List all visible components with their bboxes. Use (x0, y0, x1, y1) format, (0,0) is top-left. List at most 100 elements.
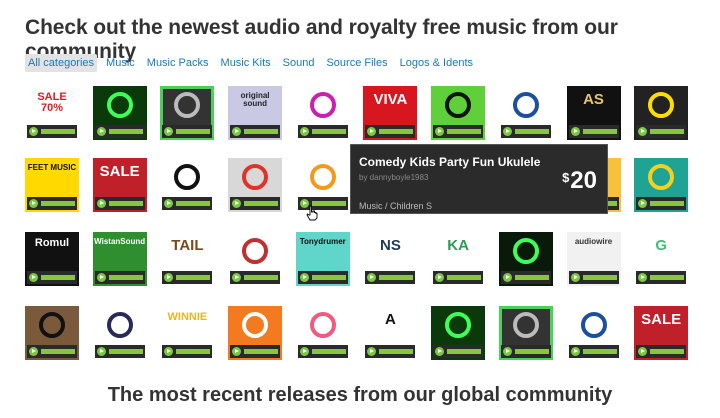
audio-item-tile[interactable] (431, 86, 486, 140)
audio-item-tile[interactable]: AS (566, 86, 621, 140)
waveform-bar[interactable] (650, 275, 685, 280)
play-icon[interactable] (164, 199, 174, 208)
audio-item-tile[interactable] (228, 158, 283, 212)
audio-item-tile[interactable] (228, 232, 283, 286)
play-icon[interactable] (164, 347, 174, 356)
waveform-bar[interactable] (311, 275, 346, 280)
waveform-bar[interactable] (176, 129, 211, 134)
play-icon[interactable] (96, 347, 106, 356)
category-link[interactable]: Music Kits (218, 54, 274, 72)
category-link[interactable]: Source Files (323, 54, 390, 72)
play-icon[interactable] (435, 127, 445, 136)
waveform-bar[interactable] (582, 129, 617, 134)
waveform-bar[interactable] (244, 349, 279, 354)
play-icon[interactable] (502, 347, 512, 356)
audio-item-tile[interactable]: FEET MUSIC (25, 158, 79, 212)
play-icon[interactable] (570, 347, 580, 356)
waveform-bar[interactable] (311, 129, 346, 134)
audio-item-tile[interactable] (228, 306, 283, 360)
popup-category[interactable]: Music / Children S (359, 201, 432, 211)
audio-item-tile[interactable] (634, 158, 689, 212)
play-icon[interactable] (96, 199, 106, 208)
play-icon[interactable] (299, 347, 309, 356)
category-link[interactable]: Music Packs (144, 54, 212, 72)
audio-item-tile[interactable] (92, 86, 147, 140)
waveform-bar[interactable] (41, 349, 75, 354)
audio-item-tile[interactable]: SALE (634, 306, 689, 360)
audio-item-tile[interactable] (295, 158, 350, 212)
waveform-bar[interactable] (650, 349, 685, 354)
waveform-bar[interactable] (176, 275, 211, 280)
audio-item-tile[interactable]: SALE 70% (25, 86, 79, 140)
waveform-bar[interactable] (447, 349, 482, 354)
waveform-bar[interactable] (41, 201, 75, 206)
waveform-bar[interactable] (108, 275, 143, 280)
play-icon[interactable] (638, 347, 648, 356)
waveform-bar[interactable] (108, 349, 143, 354)
audio-item-tile[interactable]: NS (363, 232, 418, 286)
audio-item-tile[interactable]: SALE (92, 158, 147, 212)
play-icon[interactable] (29, 347, 38, 356)
play-icon[interactable] (367, 127, 377, 136)
audio-item-tile[interactable] (498, 306, 553, 360)
play-icon[interactable] (96, 127, 106, 136)
audio-item-tile[interactable] (634, 86, 689, 140)
waveform-bar[interactable] (244, 201, 279, 206)
audio-item-tile[interactable] (92, 306, 147, 360)
play-icon[interactable] (164, 273, 174, 282)
audio-item-tile[interactable]: G (634, 232, 689, 286)
waveform-bar[interactable] (582, 275, 617, 280)
play-icon[interactable] (435, 273, 445, 282)
audio-item-tile[interactable]: WINNIE (160, 306, 215, 360)
waveform-bar[interactable] (582, 349, 617, 354)
audio-item-tile[interactable]: WistanSound (92, 232, 147, 286)
waveform-bar[interactable] (447, 275, 482, 280)
waveform-bar[interactable] (108, 201, 143, 206)
audio-item-tile[interactable]: VIVA (363, 86, 418, 140)
waveform-bar[interactable] (244, 129, 279, 134)
play-icon[interactable] (570, 127, 580, 136)
waveform-bar[interactable] (379, 275, 414, 280)
play-icon[interactable] (367, 273, 377, 282)
play-icon[interactable] (638, 273, 648, 282)
audio-item-tile[interactable] (160, 158, 215, 212)
play-icon[interactable] (502, 273, 512, 282)
category-link[interactable]: Logos & Idents (397, 54, 476, 72)
audio-item-tile[interactable]: audiowire (566, 232, 621, 286)
play-icon[interactable] (367, 347, 377, 356)
play-icon[interactable] (232, 347, 242, 356)
waveform-bar[interactable] (41, 129, 75, 134)
waveform-bar[interactable] (379, 129, 414, 134)
waveform-bar[interactable] (244, 275, 279, 280)
waveform-bar[interactable] (108, 129, 143, 134)
audio-item-tile[interactable]: Tonydrumer (295, 232, 350, 286)
audio-item-tile[interactable] (295, 86, 350, 140)
play-icon[interactable] (29, 127, 38, 136)
play-icon[interactable] (502, 127, 512, 136)
waveform-bar[interactable] (447, 129, 482, 134)
play-icon[interactable] (232, 273, 242, 282)
audio-item-tile[interactable] (160, 86, 215, 140)
waveform-bar[interactable] (379, 349, 414, 354)
waveform-bar[interactable] (514, 349, 549, 354)
waveform-bar[interactable] (41, 275, 75, 280)
item-preview-popup[interactable]: Comedy Kids Party Fun Ukulele by dannybo… (350, 144, 608, 214)
audio-item-tile[interactable] (431, 306, 486, 360)
play-icon[interactable] (435, 347, 445, 356)
waveform-bar[interactable] (311, 349, 346, 354)
audio-item-tile[interactable]: TAIL (160, 232, 215, 286)
audio-item-tile[interactable] (25, 306, 79, 360)
play-icon[interactable] (299, 273, 309, 282)
audio-item-tile[interactable] (295, 306, 350, 360)
audio-item-tile[interactable]: KA (431, 232, 486, 286)
audio-item-tile[interactable] (498, 86, 553, 140)
waveform-bar[interactable] (176, 349, 211, 354)
waveform-bar[interactable] (650, 201, 685, 206)
play-icon[interactable] (29, 273, 38, 282)
play-icon[interactable] (29, 199, 38, 208)
audio-item-tile[interactable]: A (363, 306, 418, 360)
play-icon[interactable] (638, 127, 648, 136)
category-link[interactable]: All categories (25, 54, 98, 72)
play-icon[interactable] (570, 273, 580, 282)
play-icon[interactable] (164, 127, 174, 136)
